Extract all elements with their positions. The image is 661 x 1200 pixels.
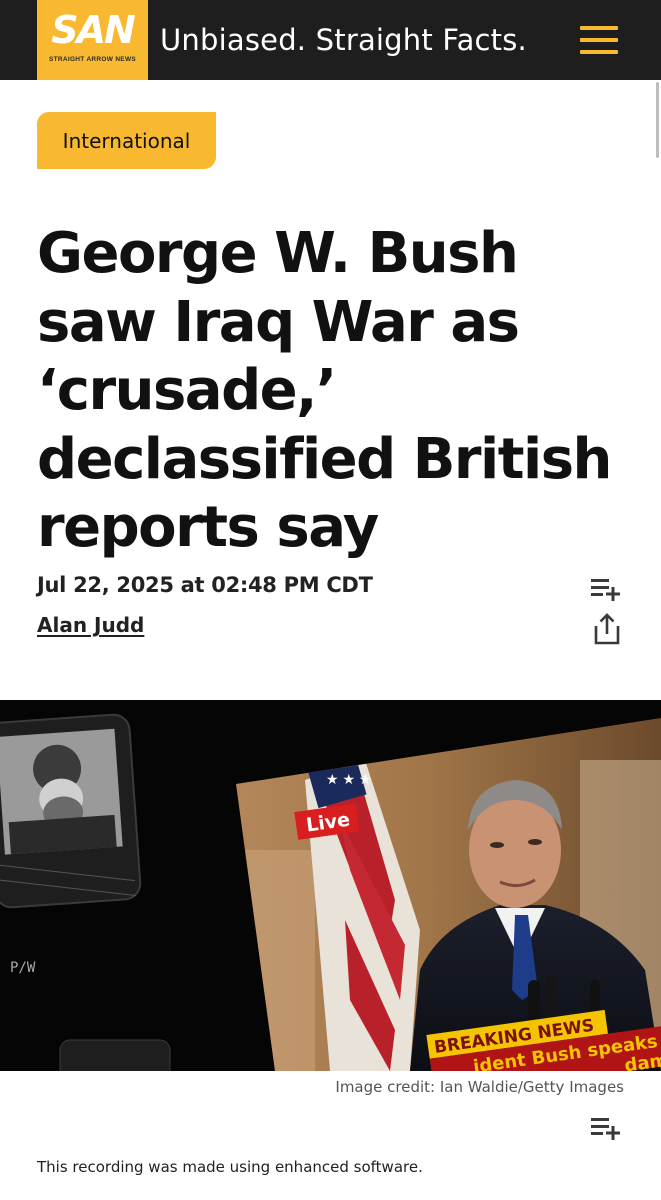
scrollbar[interactable] [656, 82, 659, 158]
logo-text: SAN [51, 8, 136, 52]
article-hero-image[interactable]: P/W ★ ★ ★ BREAKING NEWS ident Bush speak… [0, 700, 661, 1071]
share-icon[interactable] [590, 612, 624, 646]
add-to-playlist-icon[interactable] [589, 573, 623, 607]
site-logo[interactable]: SAN STRAIGHT ARROW NEWS [37, 0, 148, 80]
article-date: Jul 22, 2025 at 02:48 PM CDT [37, 573, 373, 597]
article-headline: George W. Bush saw Iraq War as ‘crusade,… [37, 221, 612, 560]
logo-subtext: STRAIGHT ARROW NEWS [48, 56, 137, 63]
category-tag[interactable]: International [37, 112, 216, 169]
hamburger-menu-icon[interactable] [580, 26, 618, 54]
image-watermark: P/W [10, 960, 36, 976]
site-header: SAN STRAIGHT ARROW NEWS Unbiased. Straig… [0, 0, 661, 80]
svg-text:★ ★ ★: ★ ★ ★ [326, 771, 371, 787]
site-tagline: Unbiased. Straight Facts. [160, 23, 527, 57]
add-to-playlist-icon[interactable] [589, 1112, 623, 1146]
recording-note: This recording was made using enhanced s… [37, 1158, 423, 1176]
author-link[interactable]: Alan Judd [37, 613, 144, 637]
image-credit: Image credit: Ian Waldie/Getty Images [335, 1078, 624, 1096]
category-label: International [62, 129, 191, 153]
